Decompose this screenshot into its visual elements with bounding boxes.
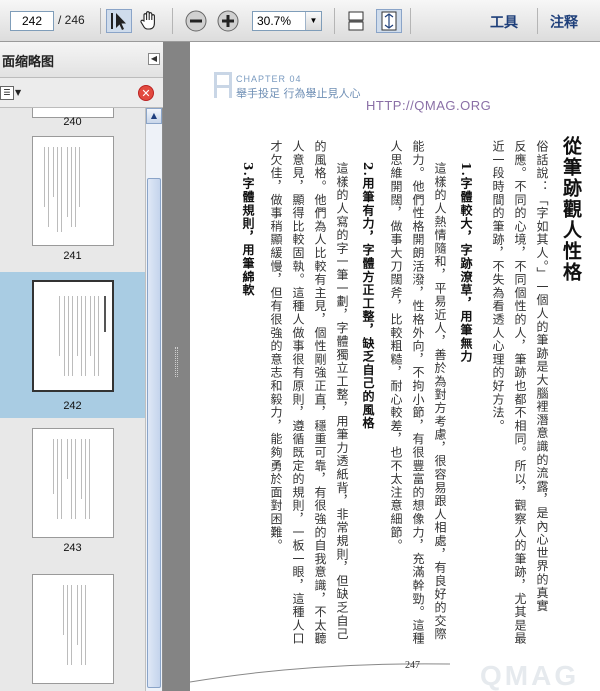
zoom-in-button[interactable]: [216, 9, 240, 33]
text-column: 這樣的人熱情隨和，平易近人，善於為對方考慮，很容易跟人相處，有良好的交際: [433, 162, 447, 641]
site-url: HTTP://QMAG.ORG: [366, 98, 492, 113]
text-column: 才欠佳，做事稍顯緩慢，但有很強的意志和毅力，能夠勇於面對困難。: [269, 140, 283, 553]
section-heading: 1.字體較大，字跡潦草，用筆無力: [459, 162, 473, 364]
hand-icon: [140, 11, 155, 30]
page-total: / 246: [58, 13, 85, 27]
comment-menu-button[interactable]: 注释: [550, 12, 578, 32]
fit-page-icon: [381, 11, 397, 31]
text-column: 反應。不同的心境，不同個性的人，筆跡也都不相同。所以，觀察人的筆跡，尤其是最: [513, 140, 527, 646]
page-title: 從筆跡觀人性格: [560, 136, 582, 283]
document-page: CHAPTER 04 舉手投足 行為舉止見人心 HTTP://QMAG.ORG …: [190, 42, 600, 691]
page-thumbnail[interactable]: [32, 136, 114, 246]
toolbar-divider: [410, 8, 411, 34]
select-tool-button[interactable]: [106, 9, 132, 33]
text-column: 近一段時間的筆跡，不失為看透人心理的好方法。: [491, 140, 505, 433]
chevron-down-icon[interactable]: ▼: [15, 88, 21, 97]
watermark: QMAG: [480, 660, 580, 691]
text-column: 能力。他們性格開朗活潑，性格外向，不拘小節，有很豐富的想像力，充滿幹勁。這種: [411, 140, 425, 646]
splitter-grip[interactable]: [175, 347, 178, 377]
chapter-subtitle: 舉手投足 行為舉止見人心: [236, 87, 361, 100]
thumbnails-panel: 面缩略图 ◀ ☰ ▼ ✕ 240 241 242 243 ▲: [0, 42, 163, 691]
tools-menu-button[interactable]: 工具: [490, 12, 518, 32]
panel-header: 面缩略图 ◀: [0, 42, 163, 78]
page-thumbnail-selected[interactable]: [32, 280, 114, 392]
chevron-down-icon[interactable]: ▼: [305, 12, 321, 30]
zoom-level-select[interactable]: 30.7% ▼: [252, 11, 322, 31]
toolbar-divider: [537, 8, 538, 34]
page-number: 247: [405, 660, 420, 671]
minus-circle-icon: [185, 10, 207, 32]
chapter-label: CHAPTER 04: [236, 74, 302, 84]
thumbnail-list[interactable]: 240 241 242 243: [0, 108, 145, 691]
toolbar-divider: [334, 8, 335, 34]
plus-circle-icon: [217, 10, 239, 32]
panel-title: 面缩略图: [2, 55, 55, 70]
scroll-up-arrow-icon[interactable]: ▲: [146, 108, 162, 124]
text-column: 這樣的人寫的字一筆一劃，字體獨立工整，用筆力透紙背，非常規則，但缺乏自己: [335, 162, 349, 641]
page-thumbnail[interactable]: [32, 574, 114, 684]
zoom-level-value: 30.7%: [257, 14, 292, 28]
text-column: 俗話說：「字如其人。」一個人的筆跡是大腦裡潛意識的流露，是內心世界的真實: [535, 140, 549, 613]
text-column: 人思維開闊，做事大刀闊斧，比較粗糙，耐心較差，也不太注意細節。: [389, 140, 403, 553]
options-icon[interactable]: ☰: [0, 86, 14, 100]
text-column: 的風格。他們為人比較有主見，個性剛強正直，穩重可靠，有很強的自我意識，不太聽: [313, 140, 327, 646]
thumbnail-label: 243: [63, 542, 82, 554]
text-column: 人意見，顯得比較固執。這種人做事很有原則，遵循既定的規則，一板一眼，這種人口: [291, 140, 305, 646]
thumbnail-label: 241: [63, 250, 82, 262]
thumbnail-label: 240: [63, 116, 82, 128]
section-heading: 2.用筆有力，字體方正工整，缺乏自己的風格: [361, 162, 375, 430]
toolbar-divider: [172, 8, 173, 34]
fit-width-button[interactable]: [376, 9, 402, 33]
close-icon[interactable]: ✕: [138, 85, 154, 101]
chair-logo-icon: [214, 72, 232, 98]
section-heading: 3.字體規則，用筆綿軟: [241, 162, 255, 297]
page-scroll-icon: [348, 11, 364, 31]
fit-page-button[interactable]: [344, 9, 368, 33]
cursor-arrow-icon: [111, 13, 126, 30]
panel-splitter[interactable]: [163, 42, 190, 691]
toolbar-divider: [100, 8, 101, 34]
zoom-out-button[interactable]: [184, 9, 208, 33]
thumbnail-label: 242: [63, 400, 82, 412]
page-thumbnail[interactable]: [32, 428, 114, 538]
collapse-panel-button[interactable]: ◀: [148, 53, 160, 65]
toolbar: 242 / 246 30.7% ▼ 工具 注释: [0, 0, 600, 42]
scrollbar-thumb[interactable]: [147, 178, 161, 688]
panel-toolbar: ☰ ▼ ✕: [0, 78, 163, 108]
page-number-input[interactable]: 242: [10, 11, 54, 31]
thumbnail-scrollbar[interactable]: ▲: [145, 108, 162, 691]
hand-tool-button[interactable]: [137, 9, 163, 33]
